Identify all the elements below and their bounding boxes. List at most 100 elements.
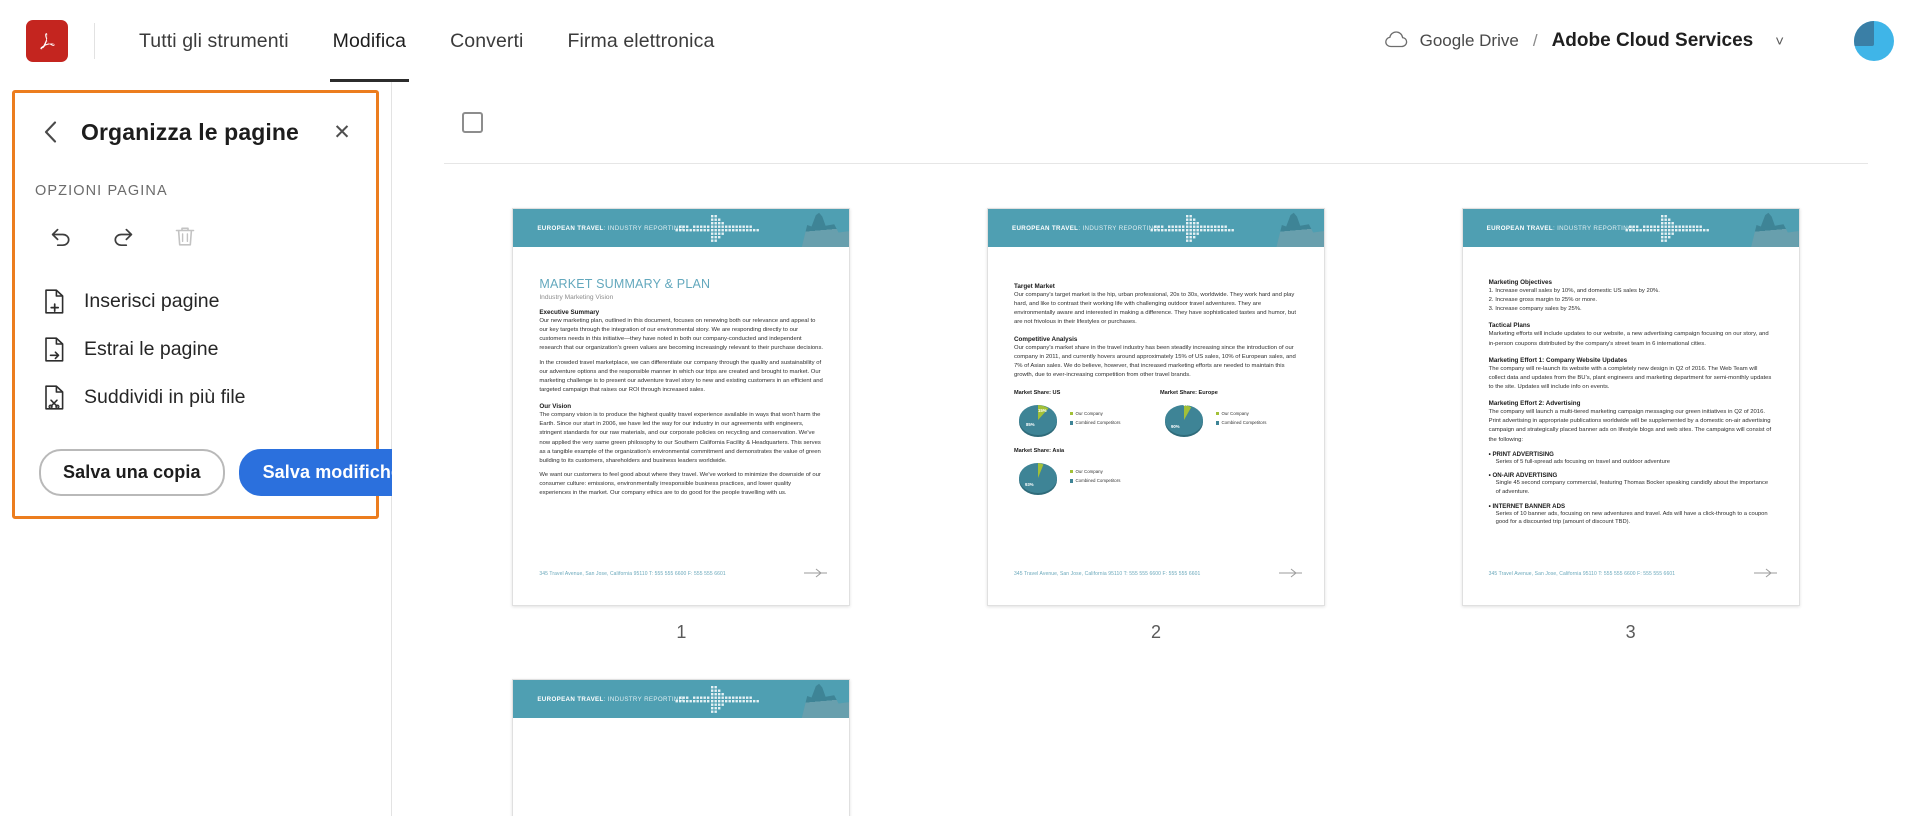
nav-item-edit[interactable]: Modifica: [311, 0, 428, 82]
doc-list-item: 3. Increase company sales by 25%.: [1488, 306, 1582, 313]
nav-label: Modifica: [332, 29, 407, 52]
nav-label: Tutti gli strumenti: [139, 29, 289, 52]
doc-bullet-title: • PRINT ADVERTISING: [1488, 450, 1554, 458]
doc-bullet-body: Single 45 second company commercial, fea…: [1495, 480, 1769, 496]
banner-brand: EUROPEAN TRAVEL: [537, 695, 604, 703]
adobe-acrobat-logo-icon[interactable]: [26, 20, 68, 62]
banner-brand: EUROPEAN TRAVEL: [1011, 224, 1079, 232]
panel-header: Organizza le pagine ✕: [35, 111, 356, 151]
pie-slice-label: 10%: [1182, 402, 1192, 408]
select-all-checkbox[interactable]: [462, 112, 483, 133]
page-cell: EUROPEAN TRAVEL: INDUSTRY REPORTING: [444, 679, 919, 816]
user-avatar[interactable]: [1854, 21, 1894, 61]
doc-bullet-title: • ON-AIR ADVERTISING: [1488, 472, 1558, 480]
bullet-title-text: PRINT ADVERTISING: [1492, 450, 1554, 458]
storage-name: Google Drive: [1419, 31, 1519, 50]
doc-heading: Marketing Effort 1: Company Website Upda…: [1488, 356, 1628, 364]
menu-item-extract-pages[interactable]: Estrai le pagine: [35, 325, 356, 373]
banner-brand: EUROPEAN TRAVEL: [1486, 224, 1553, 232]
chevron-down-icon[interactable]: ˅: [1775, 34, 1784, 49]
doc-paragraph: Our company's market share in the travel…: [1013, 344, 1296, 378]
page-number: 2: [1150, 622, 1161, 642]
menu-item-insert-pages[interactable]: Inserisci pagine: [35, 277, 356, 325]
chart-title: Market Share: Europe: [1159, 390, 1218, 397]
doc-heading: Tactical Plans: [1488, 322, 1531, 330]
section-label-page-options: OPZIONI PAGINA: [35, 183, 168, 199]
page-thumbnail-2[interactable]: EUROPEAN TRAVEL: INDUSTRY REPORTING Targ…: [986, 208, 1325, 606]
page-options-toolbar: [35, 217, 356, 257]
page-cell: EUROPEAN TRAVEL: INDUSTRY REPORTING: [1393, 208, 1868, 643]
breadcrumb[interactable]: Google Drive / Adobe Cloud Services ˅: [1384, 30, 1784, 53]
nav-item-convert[interactable]: Converti: [428, 0, 545, 82]
menu-item-label: Estrai le pagine: [84, 337, 219, 360]
pie-slice-label: 15%: [1037, 408, 1047, 414]
pie-graphic: 10% 90%: [1160, 398, 1212, 442]
skyline-graphic: [1751, 212, 1799, 247]
banner-brand: EUROPEAN TRAVEL: [537, 224, 604, 232]
chart-title: Market Share: US: [1013, 390, 1061, 397]
legend-label: Combined Competitors: [1075, 478, 1121, 484]
doc-paragraph: The company will launch a multi-tiered m…: [1488, 409, 1772, 443]
page-number: 1: [676, 622, 687, 642]
save-copy-button[interactable]: Salva una copia: [39, 449, 225, 496]
doc-footer-text: 345 Travel Avenue, San Jose, California …: [539, 571, 726, 577]
doc-heading: Executive Summary: [539, 309, 600, 316]
doc-footer: 345 Travel Avenue, San Jose, California …: [539, 565, 829, 583]
doc-heading: Target Market: [1013, 283, 1055, 290]
skyline-graphic: [801, 683, 850, 718]
nav-item-all-tools[interactable]: Tutti gli strumenti: [117, 0, 311, 82]
nav-item-esign[interactable]: Firma elettronica: [545, 0, 736, 82]
close-icon[interactable]: ✕: [328, 118, 356, 146]
breadcrumb-separator: /: [1532, 31, 1538, 50]
cloud-icon: [1384, 30, 1410, 53]
page-thumbnail-4[interactable]: EUROPEAN TRAVEL: INDUSTRY REPORTING: [512, 679, 851, 816]
nav-label: Firma elettronica: [567, 29, 715, 52]
pie-slice-label: 85%: [1025, 422, 1035, 428]
nav-label: Converti: [450, 29, 524, 52]
doc-footer: 345 Travel Avenue, San Jose, California …: [1489, 565, 1779, 583]
undo-icon[interactable]: [41, 217, 81, 257]
legend-label: Our Company: [1221, 410, 1249, 416]
page-grid: EUROPEAN TRAVEL: INDUSTRY REPORTING MARK…: [444, 164, 1868, 816]
doc-title: MARKET SUMMARY & PLAN: [539, 277, 711, 291]
chart-legend: Our Company Combined Competitors: [1069, 469, 1121, 488]
doc-body: MARKET SUMMARY & PLAN Industry Marketing…: [513, 247, 849, 605]
menu-item-split-pages[interactable]: Suddividi in più file: [35, 373, 356, 421]
redo-icon[interactable]: [103, 217, 143, 257]
pie-graphic: 15% 85%: [1014, 398, 1066, 442]
pie-chart-us: Market Share: US 15% 85% Our Company Com…: [1014, 390, 1144, 442]
pie-chart-europe: Market Share: Europe 10% 90% Our Company…: [1160, 390, 1290, 442]
legend-swatch: [1069, 411, 1074, 416]
service-name: Adobe Cloud Services: [1551, 30, 1754, 51]
left-sidebar: Organizza le pagine ✕ OPZIONI PAGINA Ins…: [0, 82, 426, 816]
legend-swatch: [1215, 411, 1220, 416]
doc-banner-text: EUROPEAN TRAVEL: INDUSTRY REPORTING: [1463, 225, 1634, 232]
doc-heading: Marketing Effort 2: Advertising: [1488, 400, 1581, 408]
banner-subtitle: INDUSTRY REPORTING: [1080, 224, 1159, 232]
doc-paragraph: We want our customers to feel good about…: [539, 471, 821, 497]
doc-paragraph: In the crowded travel marketplace, we ca…: [539, 359, 823, 393]
chevron-left-icon[interactable]: [35, 117, 65, 147]
bullet-title-text: ON-AIR ADVERTISING: [1492, 472, 1558, 480]
page-thumbnail-1[interactable]: EUROPEAN TRAVEL: INDUSTRY REPORTING MARK…: [512, 208, 851, 606]
doc-bullet-body: Series of 10 banner ads, focusing on new…: [1495, 510, 1768, 526]
doc-heading: Our Vision: [539, 403, 572, 411]
doc-banner: EUROPEAN TRAVEL: INDUSTRY REPORTING: [513, 680, 850, 718]
page-thumbnail-3[interactable]: EUROPEAN TRAVEL: INDUSTRY REPORTING Mark…: [1461, 208, 1800, 606]
page-thumbnails-area: EUROPEAN TRAVEL: INDUSTRY REPORTING MARK…: [392, 82, 1920, 816]
doc-banner: EUROPEAN TRAVEL: INDUSTRY REPORTING: [1462, 209, 1799, 247]
doc-body: Marketing Objectives 1. Increase overall…: [1463, 247, 1799, 605]
thumbnail-toolbar: [444, 82, 1868, 133]
doc-banner: EUROPEAN TRAVEL: INDUSTRY REPORTING: [987, 209, 1324, 247]
skyline-graphic: [801, 212, 850, 247]
doc-footer-text: 345 Travel Avenue, San Jose, California …: [1488, 571, 1676, 577]
menu-item-label: Inserisci pagine: [84, 289, 220, 312]
pie-slice-label: 93%: [1024, 482, 1034, 488]
topbar-right-group: Google Drive / Adobe Cloud Services ˅: [1384, 21, 1894, 61]
trash-icon: [165, 217, 205, 257]
charts-area: Market Share: US 15% 85% Our Company Com…: [1014, 390, 1298, 500]
doc-footer-text: 345 Travel Avenue, San Jose, California …: [1013, 571, 1201, 577]
split-page-icon: [41, 384, 67, 410]
legend-swatch: [1069, 421, 1074, 425]
page-cell: EUROPEAN TRAVEL: INDUSTRY REPORTING: [919, 208, 1394, 643]
